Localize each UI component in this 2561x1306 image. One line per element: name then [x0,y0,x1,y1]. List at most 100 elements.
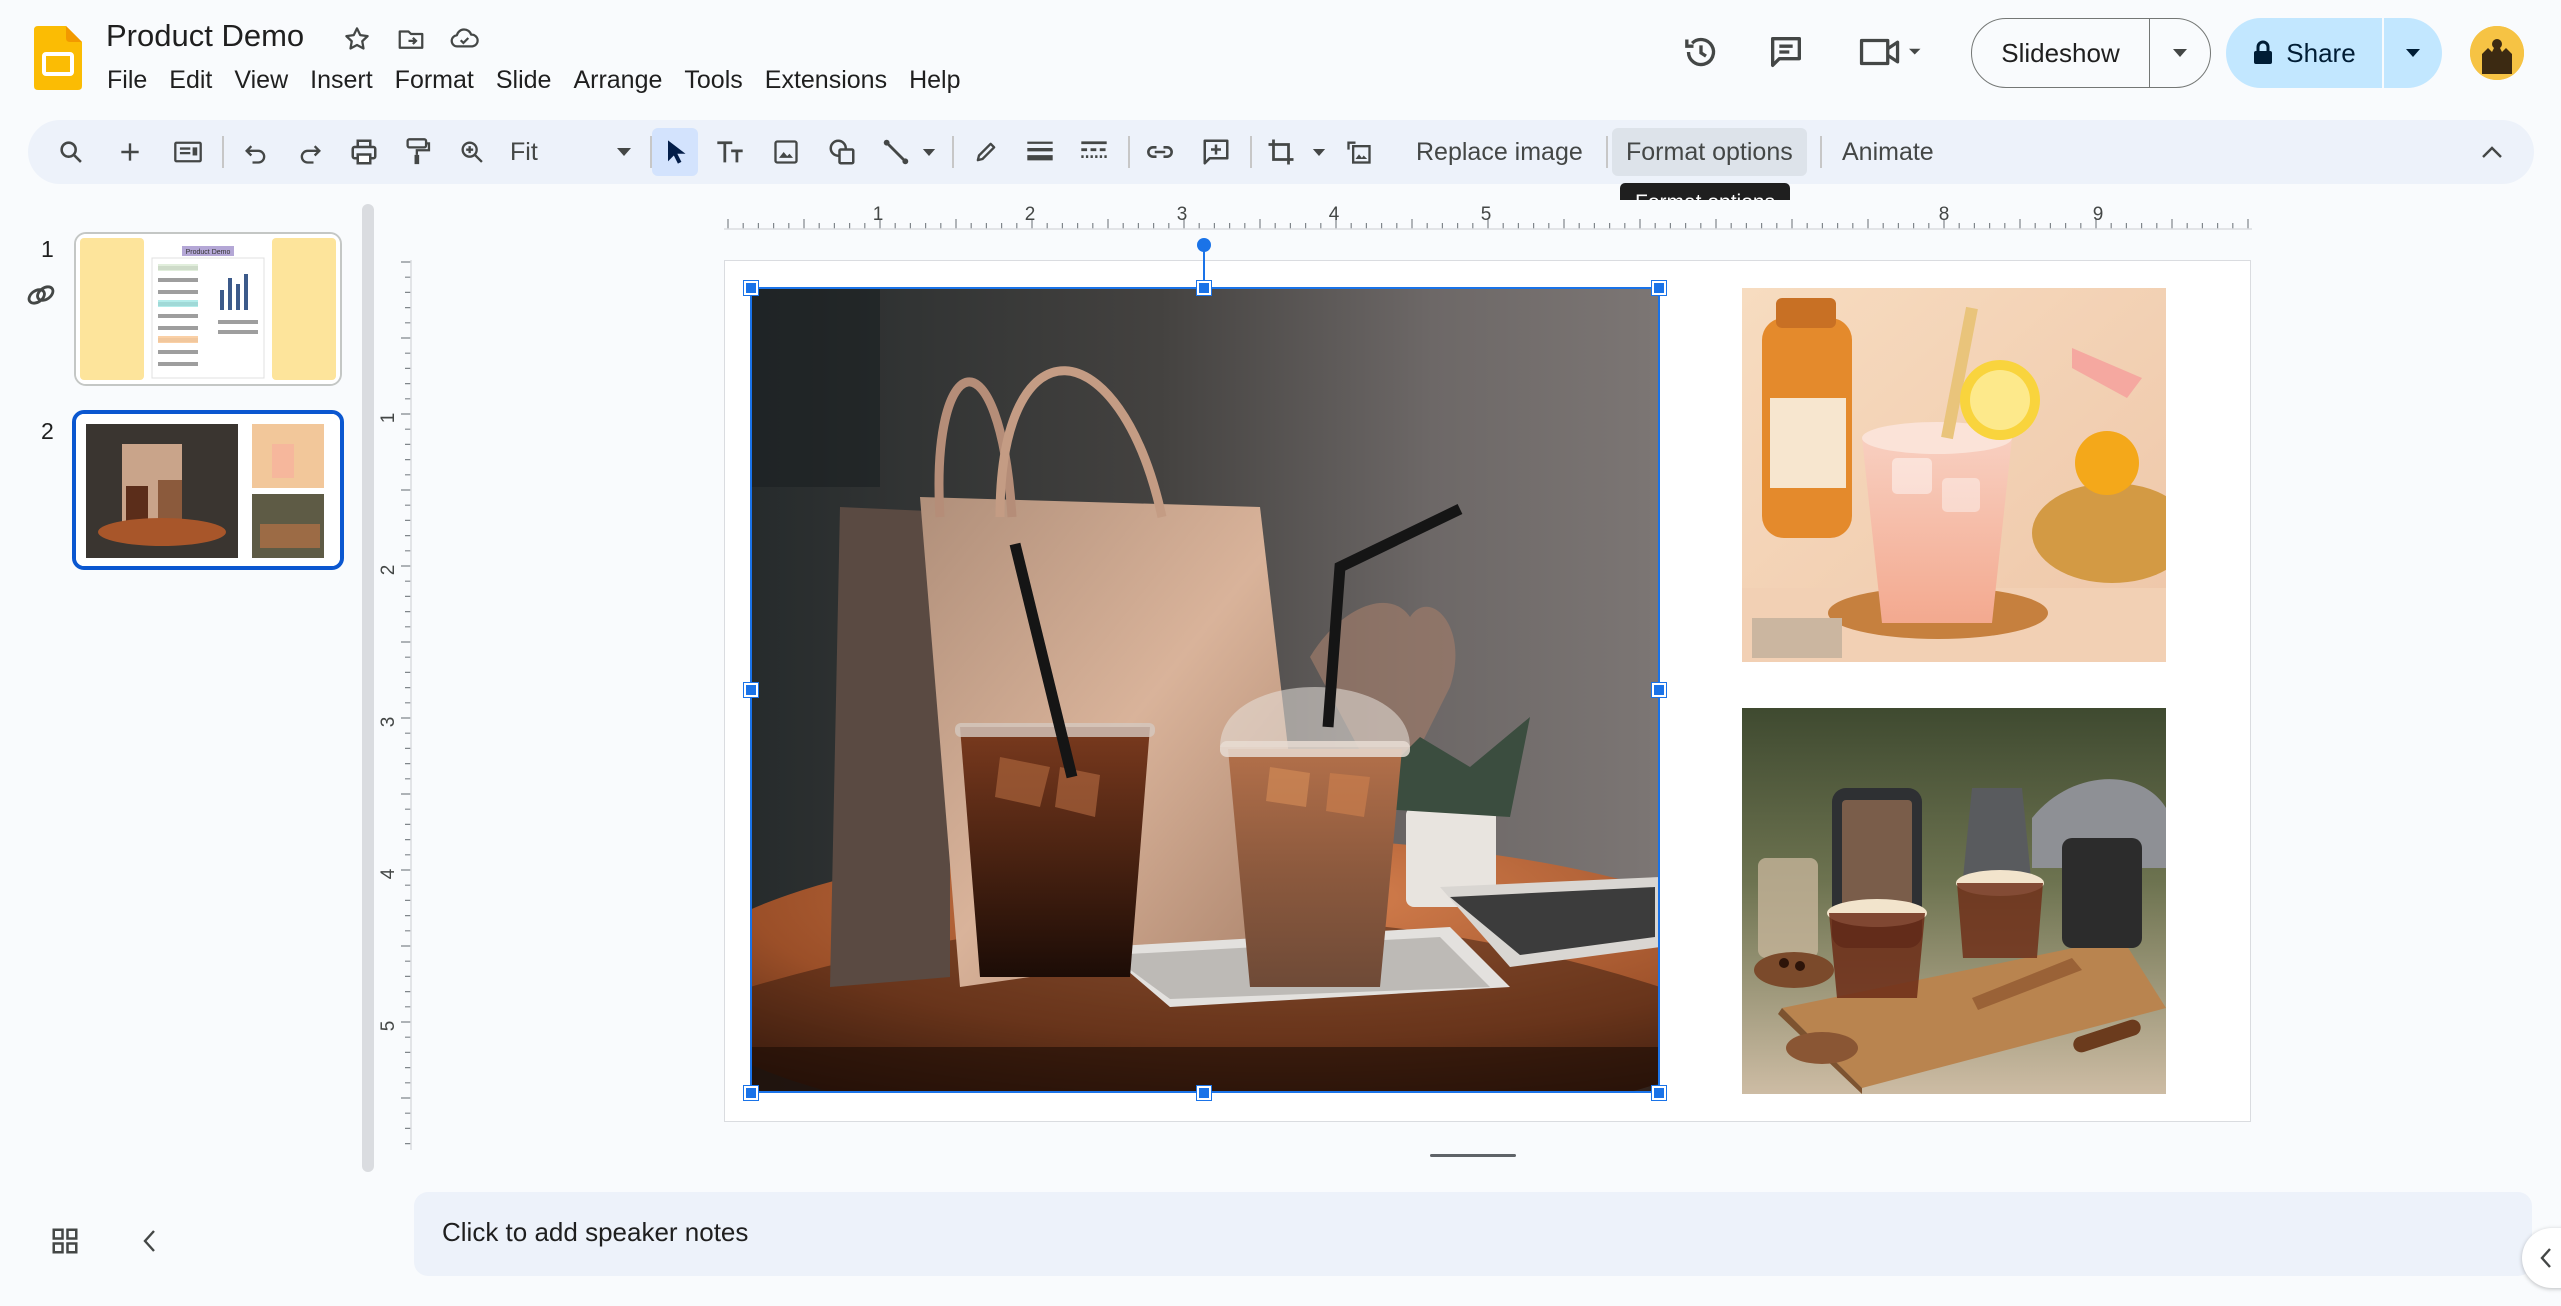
line-icon [883,139,909,165]
new-slide-plus-icon[interactable] [110,128,150,176]
share-main[interactable]: Share [2226,18,2384,88]
grid-view-icon[interactable] [44,1220,86,1262]
title-actions [340,22,482,56]
ruler-v-label-1: 1 [380,413,399,424]
slide-thumbnail-1[interactable]: Product Demo [74,232,342,386]
speaker-notes[interactable]: Click to add speaker notes [414,1192,2532,1276]
document-title[interactable]: Product Demo [106,18,304,54]
crop-tool[interactable] [1262,128,1330,176]
menu-tools[interactable]: Tools [673,62,753,99]
menu-insert[interactable]: Insert [299,62,384,99]
move-to-folder-icon[interactable] [394,22,428,56]
slideshow-button[interactable]: Slideshow [1971,18,2211,88]
zoom-value: Fit [510,137,538,166]
ruler-v-label-3: 3 [380,717,399,728]
star-icon[interactable] [340,22,374,56]
ruler-h-label-4: 4 [1329,204,1340,225]
resize-handle-top[interactable] [1197,281,1211,295]
resize-handle-bottom-left[interactable] [744,1086,758,1100]
animate-button[interactable]: Animate [1828,128,1948,176]
text-box-icon[interactable] [708,128,752,176]
ruler-h-label-1: 1 [873,204,884,225]
border-weight-icon[interactable] [1018,128,1062,176]
slide-thumbnail-2[interactable] [72,410,344,570]
resize-handle-top-right[interactable] [1652,281,1666,295]
iced-coffee-bag-image[interactable] [750,287,1660,1093]
print-icon[interactable] [342,128,386,176]
replace-image-button[interactable]: Replace image [1402,128,1597,176]
account-avatar[interactable] [2470,26,2524,80]
menu-extensions[interactable]: Extensions [754,62,898,99]
line-tool[interactable] [878,128,940,176]
linked-object-icon [24,278,58,312]
ruler-h-label-9: 9 [2093,204,2104,225]
meet-call-icon[interactable] [1856,28,1926,76]
ruler-h-label-3: 3 [1177,204,1188,225]
coffee-set-image[interactable] [1742,708,2166,1094]
slide-1-preview: Product Demo [76,234,340,384]
ruler-v-label-5: 5 [380,1021,399,1032]
menu-help[interactable]: Help [898,62,971,99]
slide-number-2: 2 [41,418,54,444]
collapse-toolbar-chevron-up-icon[interactable] [2470,128,2514,176]
ruler-h-label-2: 2 [1025,204,1036,225]
version-history-icon[interactable] [1677,28,1725,76]
menu-view[interactable]: View [223,62,299,99]
undo-icon[interactable] [234,128,278,176]
lock-icon [2254,40,2273,64]
menu-slide[interactable]: Slide [485,62,563,99]
reset-image-icon[interactable] [1338,128,1380,176]
menu-arrange[interactable]: Arrange [562,62,673,99]
cloud-saved-icon[interactable] [448,22,482,56]
search-menus-icon[interactable] [48,128,94,176]
slide-2-preview [76,414,340,566]
resize-handle-right[interactable] [1652,683,1666,697]
vertical-ruler[interactable]: 1 2 3 4 5 [380,230,412,1150]
ruler-v-label-2: 2 [380,565,399,576]
paint-format-icon[interactable] [396,128,440,176]
hide-filmstrip-chevron-left-icon[interactable] [128,1220,170,1262]
zoom-select[interactable]: Fit [502,128,638,176]
format-options-button[interactable]: Format options [1612,128,1807,176]
slideshow-label[interactable]: Slideshow [1972,19,2150,87]
slides-logo-icon[interactable] [34,26,82,90]
toolbar: Fit Replace image Format options Animate [28,120,2534,184]
resize-handle-bottom[interactable] [1197,1086,1211,1100]
app-header: Product Demo File Edit View Insert Forma… [0,0,2561,112]
menu-edit[interactable]: Edit [158,62,223,99]
slide-number-1: 1 [41,236,54,262]
border-color-pen-icon[interactable] [964,128,1008,176]
slide-layout-icon[interactable] [168,128,208,176]
redo-icon[interactable] [288,128,332,176]
crop-icon [1268,139,1294,165]
share-button[interactable]: Share [2226,18,2442,88]
ruler-v-label-4: 4 [380,868,399,879]
horizontal-ruler[interactable]: 1 2 3 4 5 8 9 [412,200,2252,230]
notes-resize-handle[interactable] [1430,1154,1516,1157]
resize-handle-bottom-right[interactable] [1652,1086,1666,1100]
insert-image-icon[interactable] [764,128,808,176]
share-label: Share [2286,37,2356,68]
zoom-icon[interactable] [452,128,492,176]
filmstrip-scrollbar[interactable] [362,204,374,1172]
slide-1-thumb-title: Product Demo [186,249,231,256]
share-options-chevron-down-icon[interactable] [2384,18,2442,88]
slideshow-options-chevron-down-icon[interactable] [2150,19,2210,87]
menu-format[interactable]: Format [384,62,485,99]
resize-handle-top-left[interactable] [744,281,758,295]
peach-iced-tea-image[interactable] [1742,288,2166,662]
resize-handle-left[interactable] [744,683,758,697]
menu-file[interactable]: File [96,62,158,99]
line-chevron-down-icon [922,148,936,156]
select-tool-cursor-icon[interactable] [652,128,698,176]
shape-icon[interactable] [820,128,864,176]
add-comment-icon[interactable] [1194,128,1238,176]
rotate-handle[interactable] [1197,238,1211,252]
comments-icon[interactable] [1762,28,1810,76]
ruler-h-label-5: 5 [1481,204,1492,225]
zoom-chevron-down-icon [617,148,631,156]
menu-bar: File Edit View Insert Format Slide Arran… [96,62,972,99]
border-dash-icon[interactable] [1072,128,1116,176]
insert-link-icon[interactable] [1138,128,1182,176]
speaker-notes-placeholder: Click to add speaker notes [442,1217,749,1247]
